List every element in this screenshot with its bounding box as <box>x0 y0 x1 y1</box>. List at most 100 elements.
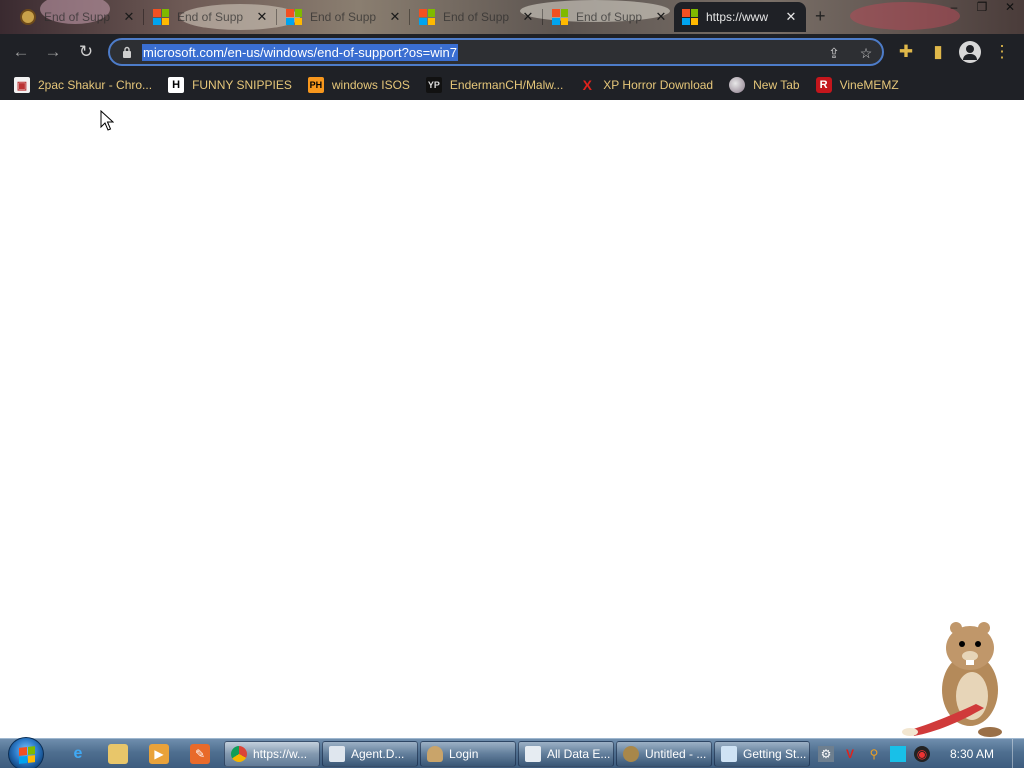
show-desktop-button[interactable] <box>1012 739 1024 768</box>
menu-kebab-icon[interactable]: ⋮ <box>990 40 1014 64</box>
tab-6-active[interactable]: https://www ✕ <box>674 2 806 32</box>
taskbar-item-label: https://w... <box>253 747 308 761</box>
internet-explorer-icon[interactable]: e <box>68 744 88 764</box>
close-icon[interactable]: ✕ <box>388 9 402 25</box>
close-icon[interactable]: ✕ <box>255 9 269 25</box>
network-monitor-icon[interactable] <box>890 746 906 762</box>
mouse-cursor-icon <box>100 110 114 131</box>
lock-icon[interactable] <box>122 46 132 58</box>
ph-logo-icon: PH <box>307 77 324 93</box>
bookmark-windows-isos[interactable]: PH windows ISOS <box>307 77 410 93</box>
microsoft-logo-icon <box>153 9 169 25</box>
chrome-icon <box>231 746 247 762</box>
tab-2[interactable]: End of Supp ✕ <box>145 2 277 32</box>
microsoft-logo-icon <box>419 9 435 25</box>
bookmark-vinememz[interactable]: R VineMEMZ <box>815 77 899 93</box>
taskbar-item-label: Agent.D... <box>351 747 405 761</box>
taskbar-item-login[interactable]: Login <box>420 741 516 767</box>
browser-toolbar: ← → ↻ microsoft.com/en-us/windows/end-of… <box>0 34 1024 70</box>
user-login-icon <box>427 746 443 762</box>
tab-5[interactable]: End of Supp ✕ <box>544 2 676 32</box>
search-tool-icon[interactable]: ⚲ <box>866 746 882 762</box>
tab-1[interactable]: End of Supp ✕ <box>12 2 144 32</box>
taskbar-item-label: Login <box>449 747 479 761</box>
close-icon[interactable]: ✕ <box>521 9 535 25</box>
bookmark-2pac[interactable]: ▣ 2pac Shakur - Chro... <box>14 77 152 93</box>
start-button[interactable] <box>8 737 44 768</box>
document-icon <box>721 746 737 762</box>
microsoft-logo-icon <box>286 9 302 25</box>
window-icon <box>525 746 541 762</box>
window-icon <box>329 746 345 762</box>
bookmark-label: XP Horror Download <box>603 78 714 92</box>
bookmark-funny-snippies[interactable]: H FUNNY SNIPPIES <box>168 77 292 93</box>
taskbar-item-chrome[interactable]: https://w... <box>224 741 320 767</box>
bookmark-new-tab[interactable]: New Tab <box>729 77 800 93</box>
close-icon[interactable]: ✕ <box>784 9 798 25</box>
taskbar-item-untitled[interactable]: Untitled - ... <box>616 741 712 767</box>
h-letter-icon: H <box>168 77 185 93</box>
page-content-blank[interactable] <box>0 100 1024 738</box>
bookmarks-bar: ▣ 2pac Shakur - Chro... H FUNNY SNIPPIES… <box>0 70 1024 100</box>
profile-avatar[interactable] <box>958 40 982 64</box>
bookmark-label: New Tab <box>753 78 800 92</box>
side-panel-icon[interactable]: ▮ <box>926 40 950 64</box>
taskbar-item-all-data[interactable]: All Data E... <box>518 741 614 767</box>
tab-3[interactable]: End of Supp ✕ <box>278 2 410 32</box>
media-player-icon[interactable]: ▶ <box>149 744 169 764</box>
microsoft-logo-icon <box>552 9 568 25</box>
antivirus-icon[interactable]: V <box>842 746 858 762</box>
bookmark-endermanch[interactable]: YP EndermanCH/Malw... <box>425 77 564 93</box>
close-icon[interactable]: ✕ <box>122 9 136 25</box>
paint-palette-icon <box>623 746 639 762</box>
tab-title: End of Supp <box>310 10 377 24</box>
tray-app-icon[interactable]: ⚙ <box>818 746 834 762</box>
tab-title: End of Supp <box>443 10 510 24</box>
tab-separator <box>542 9 543 25</box>
minimize-button[interactable]: – <box>940 0 968 16</box>
tab-title: https://www <box>706 10 769 24</box>
windows-taskbar: e ▶ ✎ https://w... Agent.D... Login All … <box>0 737 1024 768</box>
url-text[interactable]: microsoft.com/en-us/windows/end-of-suppo… <box>142 43 458 61</box>
address-bar[interactable]: microsoft.com/en-us/windows/end-of-suppo… <box>108 38 884 66</box>
bookmark-xp-horror[interactable]: X XP Horror Download <box>579 77 714 93</box>
bookmark-label: 2pac Shakur - Chro... <box>38 78 153 92</box>
bonzi-style-mascot-icon[interactable] <box>900 612 1010 738</box>
taskbar-item-agent[interactable]: Agent.D... <box>322 741 418 767</box>
bookmark-label: VineMEMZ <box>839 78 899 92</box>
yp-logo-icon: YP <box>425 77 442 93</box>
reload-button[interactable]: ↻ <box>74 40 98 64</box>
back-button[interactable]: ← <box>9 40 33 64</box>
x-logo-icon: X <box>582 77 592 93</box>
extensions-icon[interactable]: ✚ <box>894 40 918 64</box>
close-icon[interactable]: ✕ <box>654 9 668 25</box>
desktop-screen: End of Supp ✕ End of Supp ✕ End of Supp … <box>0 0 1024 768</box>
r-logo-icon: R <box>815 77 832 93</box>
tab-title: End of Supp <box>576 10 643 24</box>
window-controls: – ❐ ✕ <box>940 0 1024 16</box>
file-explorer-icon[interactable] <box>108 744 128 764</box>
share-icon[interactable]: ⇪ <box>824 43 844 63</box>
tab-4[interactable]: End of Supp ✕ <box>411 2 543 32</box>
taskbar-item-label: Getting St... <box>743 747 807 761</box>
bookmark-label: EndermanCH/Malw... <box>449 78 564 92</box>
new-tab-button[interactable]: + <box>815 6 826 27</box>
paint-icon[interactable]: ✎ <box>190 744 210 764</box>
tab-title: End of Supp <box>44 10 111 24</box>
volume-icon[interactable]: ◉ <box>914 746 930 762</box>
windows-flag-icon <box>19 746 35 764</box>
tab-separator <box>276 9 277 25</box>
forward-button[interactable]: → <box>41 40 65 64</box>
bookmark-label: windows ISOS <box>331 78 410 92</box>
tab-separator <box>409 9 410 25</box>
globe-icon <box>729 77 746 93</box>
taskbar-clock[interactable]: 8:30 AM <box>950 747 994 761</box>
tab-separator <box>143 9 144 25</box>
tab-title: End of Supp <box>177 10 244 24</box>
taskbar-item-getting-started[interactable]: Getting St... <box>714 741 810 767</box>
bookmark-star-icon[interactable]: ☆ <box>856 43 876 63</box>
maximize-button[interactable]: ❐ <box>968 0 996 16</box>
close-window-button[interactable]: ✕ <box>996 0 1024 16</box>
tab-strip: End of Supp ✕ End of Supp ✕ End of Supp … <box>0 0 1024 34</box>
bookmark-2pac-icon: ▣ <box>14 77 30 93</box>
